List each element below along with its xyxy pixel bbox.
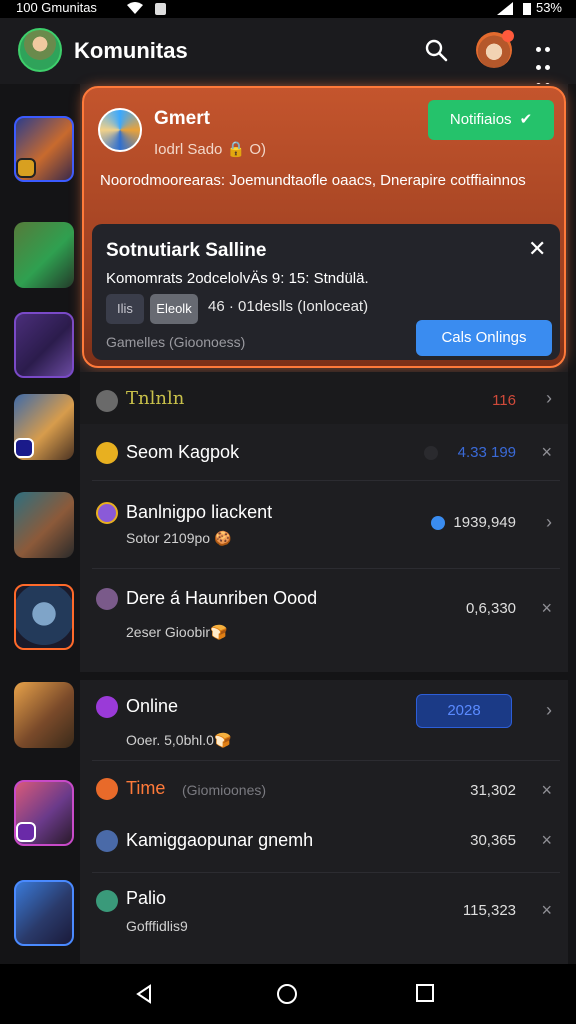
- battery-icon: [523, 2, 532, 15]
- detail-count: 46 · 01deslls (Ionloceat): [208, 298, 369, 315]
- sidebar-game-8[interactable]: [14, 780, 74, 846]
- list-item[interactable]: Banlnigpo liackent Sotor 2109po 🍪 1939,9…: [80, 484, 568, 568]
- emoji-icon: [96, 442, 118, 464]
- sidebar-game-6[interactable]: [14, 584, 74, 650]
- close-icon[interactable]: ✕: [528, 236, 546, 262]
- sidebar-game-9[interactable]: [14, 880, 74, 946]
- list-item[interactable]: Palio Gofffidlis9 115,323 ×: [80, 876, 568, 960]
- notification-subtitle: Iodrl Sado 🔒 O): [154, 141, 267, 158]
- sidebar-game-3[interactable]: [14, 312, 74, 378]
- list-item[interactable]: Time (Giomioones) 31,302 ×: [80, 764, 568, 816]
- close-icon[interactable]: ×: [541, 442, 552, 463]
- status-bar: 100 Gmunitas 53%: [0, 0, 576, 18]
- notification-accept-button[interactable]: Notifiaios ✔: [428, 100, 554, 140]
- puzzle-icon: [96, 696, 118, 718]
- signal-icon: [496, 2, 513, 16]
- tag-chip[interactable]: Eleolk: [150, 294, 198, 324]
- more-options-icon[interactable]: [534, 40, 554, 88]
- status-time: 100 Gmunitas: [16, 0, 97, 15]
- notification-avatar: [98, 108, 142, 152]
- notification-body: Noorodmoorearas: Joemundtaofle oaacs, Dn…: [100, 172, 526, 189]
- battery-percent: 53%: [535, 0, 562, 15]
- close-icon[interactable]: ×: [541, 598, 552, 619]
- sidebar-game-5[interactable]: [14, 492, 74, 558]
- badge-icon: [14, 438, 34, 458]
- chevron-right-icon[interactable]: ›: [546, 388, 552, 409]
- pencil-icon: [96, 502, 118, 524]
- status-dot: [423, 446, 438, 461]
- list-item[interactable]: Dere á Haunriben Oood 2eser Gioobir🍞 0,6…: [80, 572, 568, 660]
- list-item[interactable]: Online Ooer. 5,0bhl.0🍞 2028 ›: [80, 672, 568, 760]
- recent-apps-icon[interactable]: [416, 984, 434, 1002]
- chevron-right-icon[interactable]: ›: [546, 700, 552, 721]
- close-icon[interactable]: ×: [541, 900, 552, 921]
- list-item[interactable]: Seom Kagpok 4.33 199 ×: [80, 426, 568, 478]
- profile-avatar[interactable]: [476, 30, 514, 68]
- shield-icon: [154, 2, 166, 15]
- check-icon: ✔: [519, 111, 533, 128]
- sidebar-game-7[interactable]: [14, 682, 74, 748]
- shield-icon: [96, 890, 118, 912]
- online-dot: [431, 516, 446, 531]
- settings-icon: [96, 390, 118, 412]
- back-icon[interactable]: [134, 984, 154, 1004]
- sidebar-game-4[interactable]: [14, 394, 74, 460]
- detail-footer: Gamelles (Gioonoess): [106, 334, 246, 350]
- online-button[interactable]: Cals Onlings: [416, 320, 552, 356]
- detail-text: Komomrats 2odcelolvÄs 9: 15: Stndülä.: [106, 270, 369, 287]
- sidebar-game-1[interactable]: [14, 116, 74, 182]
- detail-title: Sotnutiark Salline: [106, 240, 267, 261]
- badge-icon: [16, 822, 36, 842]
- notification-card[interactable]: Gmert Iodrl Sado 🔒 O) Notifiaios ✔ Noorod…: [82, 86, 566, 368]
- close-icon[interactable]: ×: [541, 830, 552, 851]
- notification-title: Gmert: [154, 108, 210, 129]
- search-icon[interactable]: [424, 38, 448, 62]
- compass-icon: [96, 830, 118, 852]
- page-title: Komunitas: [74, 38, 188, 63]
- sidebar: [0, 84, 88, 964]
- home-icon[interactable]: [276, 983, 298, 1005]
- notification-detail: Sotnutiark Salline ✕ Komomrats 2odcelolv…: [92, 224, 560, 360]
- sidebar-game-2[interactable]: [14, 222, 74, 288]
- system-nav-bar: [0, 964, 576, 1024]
- notification-dot: [502, 30, 514, 42]
- close-icon[interactable]: ×: [541, 780, 552, 801]
- chevron-right-icon[interactable]: ›: [546, 512, 552, 533]
- list-item[interactable]: Tnlnln 116 ›: [80, 372, 568, 424]
- badge-icon: [16, 158, 36, 178]
- avatar: [96, 588, 118, 610]
- count-badge[interactable]: 2028: [416, 694, 512, 728]
- time-icon: [96, 778, 118, 800]
- tag-chip[interactable]: Ilis: [106, 294, 144, 324]
- app-bar: Komunitas: [0, 18, 576, 88]
- community-avatar[interactable]: [18, 28, 62, 72]
- list-item[interactable]: Kamiggaopunar gnemh 30,365 ×: [80, 816, 568, 868]
- wifi-icon: [127, 2, 143, 15]
